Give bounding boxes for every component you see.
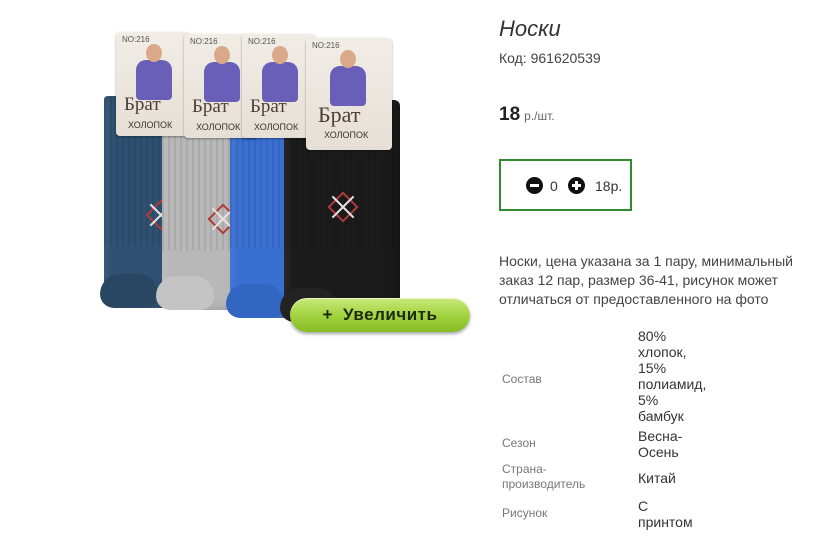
price-amount: 18 — [499, 104, 521, 125]
package-tag: NO:216 Брат ХОЛОПОК — [116, 32, 190, 136]
property-value: 80% хлопок, 15% полиамид, 5% бамбук — [638, 328, 707, 424]
minus-icon[interactable] — [526, 177, 543, 194]
product-title: Носки — [499, 16, 561, 41]
property-name: Страна-производитель — [502, 462, 586, 491]
package-tag: NO:216 Брат ХОЛОПОК — [306, 38, 392, 150]
product-code: Код: 961620539 — [499, 50, 601, 66]
product-description: Носки, цена указана за 1 пару, минимальн… — [499, 253, 793, 307]
zoom-button-label: Увеличить — [342, 305, 438, 324]
price-unit: р./шт. — [524, 109, 555, 123]
plus-icon: + — [322, 305, 333, 324]
property-name: Сезон — [502, 436, 536, 450]
zoom-button[interactable]: + Увеличить — [290, 298, 470, 332]
quantity-total: 18р. — [595, 178, 623, 194]
property-value: Китай — [638, 470, 676, 486]
property-name: Состав — [502, 372, 542, 386]
property-name: Рисунок — [502, 506, 548, 520]
package-tag: NO:216 Брат ХОЛОПОК — [242, 34, 316, 138]
product-photo[interactable]: NO:216 Брат ХОЛОПОК NO:216 Брат ХОЛОПОК … — [96, 28, 416, 328]
property-value: С принтом — [638, 498, 693, 530]
property-value: Весна-Осень — [638, 428, 683, 460]
plus-circle-icon[interactable] — [568, 177, 585, 194]
product-price: 18 р./шт. — [499, 104, 555, 126]
quantity-value: 0 — [550, 178, 558, 194]
quantity-stepper: 0 18р. — [499, 159, 632, 211]
